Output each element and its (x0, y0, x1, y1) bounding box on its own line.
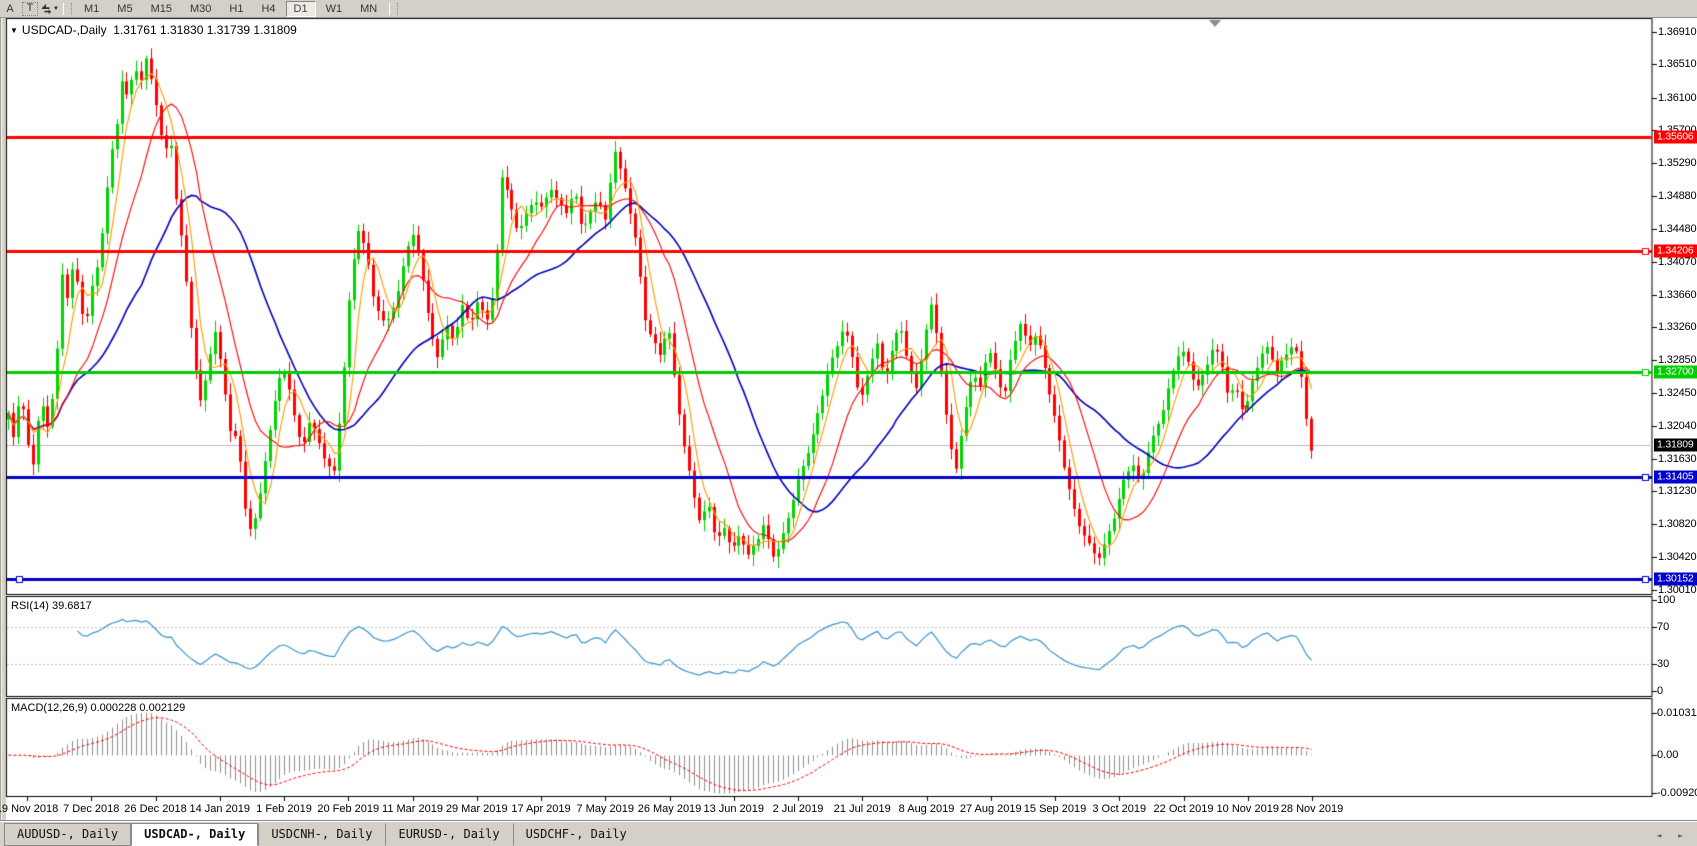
timeframe-button-m15[interactable]: M15 (143, 1, 180, 17)
timeframe-button-m1[interactable]: M1 (76, 1, 107, 17)
rsi-scale-label: 0 (1657, 685, 1663, 697)
chart-title-symbol: USDCAD-,Daily (22, 23, 107, 37)
chart-tab-usdcnh[interactable]: USDCNH-, Daily (258, 823, 385, 846)
date-label: 20 Feb 2019 (317, 803, 379, 815)
draw-arrows-glyph (41, 3, 52, 15)
chart-title-ohlc: 1.31761 1.31830 1.31739 1.31809 (113, 23, 297, 37)
price-tick-label: 1.35290 (1658, 157, 1696, 169)
date-label: 28 Nov 2019 (1281, 803, 1343, 815)
price-tick-label: 1.32040 (1658, 420, 1696, 432)
date-label: 17 Apr 2019 (511, 803, 570, 815)
date-label: 21 Jul 2019 (834, 803, 891, 815)
rsi-scale-label: 30 (1657, 658, 1669, 670)
draw-objects-dropdown-icon[interactable]: ▼ (41, 2, 59, 16)
macd-scale-label: 0.00 (1657, 749, 1678, 761)
price-tick-label: 1.36100 (1658, 92, 1696, 104)
chart-tab-bar: AUDUSD-, DailyUSDCAD-, DailyUSDCNH-, Dai… (0, 821, 1697, 846)
rsi-scale-label: 100 (1657, 594, 1675, 606)
text-tool-icon[interactable]: T (21, 2, 39, 16)
date-label: 15 Sep 2019 (1024, 803, 1086, 815)
date-label: 7 Dec 2018 (63, 803, 119, 815)
price-tick-label: 1.32850 (1658, 354, 1696, 366)
chart-canvas[interactable] (0, 0, 1697, 846)
date-label: 26 May 2019 (638, 803, 702, 815)
price-tick-label: 1.30820 (1658, 518, 1696, 530)
collapse-indicator-icon[interactable]: ▼ (10, 26, 18, 35)
current-price-badge: 1.31809 (1654, 438, 1697, 451)
date-label: 7 May 2019 (577, 803, 634, 815)
price-level-badge: 1.32700 (1654, 366, 1697, 379)
trading-terminal-window: A T ▼ M1M5M15M30H1H4D1W1MN ▼ USDCAD-,Dail… (0, 0, 1697, 846)
price-tick-label: 1.31230 (1658, 485, 1696, 497)
arrow-cursor-icon[interactable]: A (1, 2, 19, 16)
rsi-scale-label: 70 (1657, 621, 1669, 633)
toolbar-grip (63, 3, 72, 15)
timeframe-button-m5[interactable]: M5 (109, 1, 140, 17)
timeframe-button-m30[interactable]: M30 (182, 1, 219, 17)
date-label: 27 Aug 2019 (960, 803, 1022, 815)
price-tick-label: 1.33660 (1658, 289, 1696, 301)
date-label: 10 Nov 2019 (1217, 803, 1279, 815)
date-label: 3 Oct 2019 (1092, 803, 1146, 815)
chart-tab-audusd[interactable]: AUDUSD-, Daily (4, 823, 131, 846)
timeframe-button-w1[interactable]: W1 (318, 1, 351, 17)
date-label: 2 Jul 2019 (773, 803, 824, 815)
date-label: 13 Jun 2019 (703, 803, 764, 815)
tab-scroll-arrows[interactable]: ◄ ► (1657, 831, 1689, 840)
macd-indicator-label: MACD(12,26,9) 0.000228 0.002129 (11, 702, 185, 714)
date-label: 19 Nov 2018 (0, 803, 58, 815)
date-label: 1 Feb 2019 (256, 803, 312, 815)
timeframe-button-mn[interactable]: MN (352, 1, 385, 17)
price-tick-label: 1.36510 (1658, 58, 1696, 70)
macd-scale-label: -0.009203 (1657, 787, 1697, 799)
date-label: 11 Mar 2019 (382, 803, 443, 815)
timeframe-button-h1[interactable]: H1 (221, 1, 251, 17)
chart-title: ▼ USDCAD-,Daily 1.31761 1.31830 1.31739 1… (10, 23, 297, 37)
dropdown-caret-icon: ▼ (53, 6, 59, 12)
price-tick-label: 1.34480 (1658, 223, 1696, 235)
date-label: 22 Oct 2019 (1154, 803, 1214, 815)
price-tick-label: 1.34880 (1658, 190, 1696, 202)
price-level-badge: 1.30152 (1654, 572, 1697, 585)
timeframe-button-h4[interactable]: H4 (253, 1, 283, 17)
date-label: 14 Jan 2019 (189, 803, 250, 815)
price-level-badge: 1.34206 (1654, 244, 1697, 257)
price-tick-label: 1.33260 (1658, 321, 1696, 333)
price-level-badge: 1.35606 (1654, 131, 1697, 144)
rsi-indicator-label: RSI(14) 39.6817 (11, 600, 92, 612)
price-tick-label: 1.32450 (1658, 387, 1696, 399)
top-toolbar: A T ▼ M1M5M15M30H1H4D1W1MN (0, 0, 1697, 18)
macd-scale-label: 0.010311 (1657, 707, 1697, 719)
date-label: 26 Dec 2018 (124, 803, 186, 815)
price-level-badge: 1.31405 (1654, 471, 1697, 484)
date-label: 8 Aug 2019 (899, 803, 955, 815)
date-label: 29 Mar 2019 (446, 803, 508, 815)
price-tick-label: 1.36910 (1658, 26, 1696, 38)
chart-tab-eurusd[interactable]: EURUSD-, Daily (385, 823, 512, 846)
price-tick-label: 1.31630 (1658, 453, 1696, 465)
timeframe-button-d1[interactable]: D1 (286, 1, 316, 17)
toolbar-grip (389, 3, 398, 15)
chart-tab-usdchf[interactable]: USDCHF-, Daily (513, 823, 640, 846)
chart-tab-usdcad[interactable]: USDCAD-, Daily (131, 823, 258, 846)
price-tick-label: 1.34070 (1658, 256, 1696, 268)
price-tick-label: 1.30420 (1658, 551, 1696, 563)
